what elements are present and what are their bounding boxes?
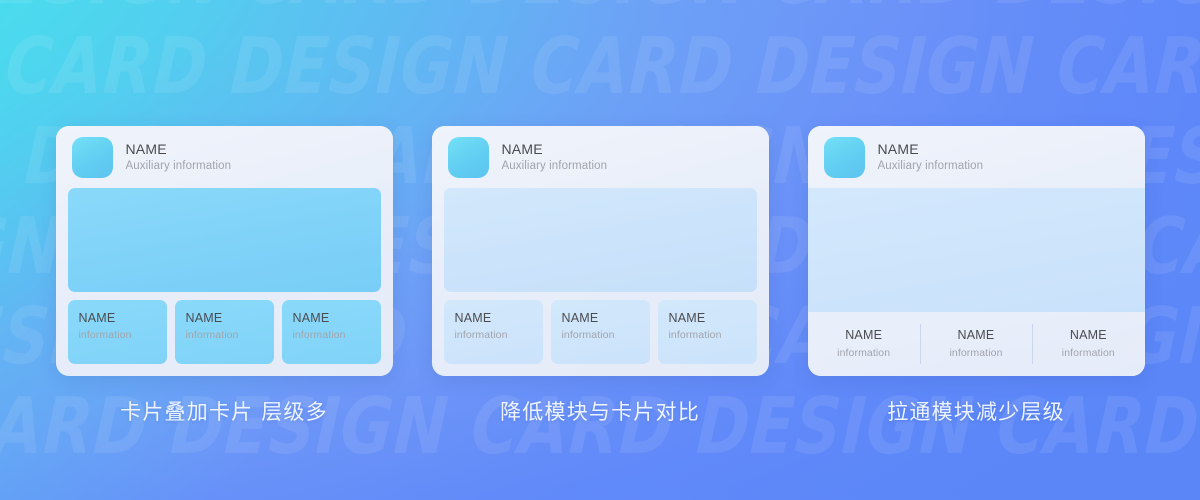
card-content-block (807, 188, 1145, 312)
footer-tile[interactable]: NAME information (808, 312, 920, 376)
footer-tile-title: NAME (1069, 327, 1107, 342)
avatar (71, 136, 113, 178)
card-header: NAME Auxiliary information (55, 126, 393, 188)
footer-tile-title: NAME (957, 327, 995, 342)
card-subtitle: Auxiliary information (125, 160, 232, 173)
footer-tile[interactable]: NAME information (443, 300, 543, 364)
card-examples-row: NAME Auxiliary information NAME informat… (0, 126, 1200, 376)
avatar (447, 136, 489, 178)
design-comparison-canvas: CARD DESIGN CARD DESIGN CARD DESIGN CARD… (0, 0, 1200, 500)
footer-tile[interactable]: NAME information (174, 300, 274, 364)
footer-tile-info: information (1061, 347, 1115, 360)
footer-tile[interactable]: NAME information (657, 300, 757, 364)
footer-tile[interactable]: NAME information (550, 300, 650, 364)
footer-tile-title: NAME (292, 311, 330, 325)
footer-tile-info: information (78, 329, 132, 342)
card-content-block (443, 188, 757, 292)
watermark-line: CARD DESIGN CARD DESIGN CARD DESIGN CARD… (0, 22, 1200, 112)
caption-reduced-contrast: 降低模块与卡片对比 (500, 400, 700, 424)
card-subtitle: Auxiliary information (877, 160, 984, 173)
card-header: NAME Auxiliary information (431, 126, 769, 188)
card-header-text: NAME Auxiliary information (501, 140, 608, 173)
footer-tile-info: information (668, 329, 722, 342)
footer-tile-info: information (949, 347, 1003, 360)
card-example-stacked-cards[interactable]: NAME Auxiliary information NAME informat… (55, 126, 393, 376)
footer-tile[interactable]: NAME information (919, 312, 1032, 376)
card-header-text: NAME Auxiliary information (125, 140, 232, 173)
card-header-text: NAME Auxiliary information (877, 140, 984, 173)
card-footer: NAME information NAME information NAME i… (432, 292, 769, 376)
footer-tile-info: information (837, 347, 891, 360)
footer-tile-info: information (185, 329, 239, 342)
card-subtitle: Auxiliary information (501, 160, 608, 173)
footer-tile-info: information (454, 329, 508, 342)
caption-flush-modules: 拉通模块减少层级 (887, 400, 1065, 424)
watermark-line: CARD DESIGN CARD DESIGN CARD DESIGN CARD… (0, 0, 1200, 22)
footer-tile-info: information (292, 329, 346, 342)
captions-row: 卡片叠加卡片 层级多 降低模块与卡片对比 拉通模块减少层级 (0, 400, 1200, 425)
card-example-flush-modules[interactable]: NAME Auxiliary information NAME informat… (807, 126, 1145, 376)
card-footer: NAME information NAME information NAME i… (807, 312, 1145, 376)
card-header: NAME Auxiliary information (807, 126, 1145, 188)
footer-tile[interactable]: NAME information (281, 300, 381, 364)
footer-tile[interactable]: NAME information (67, 300, 167, 364)
footer-tile-title: NAME (561, 311, 599, 325)
card-title: NAME (125, 140, 167, 157)
card-example-reduced-contrast[interactable]: NAME Auxiliary information NAME informat… (431, 126, 769, 376)
footer-tile-title: NAME (668, 311, 706, 325)
card-title: NAME (877, 140, 919, 157)
card-content-block (67, 188, 381, 292)
card-footer: NAME information NAME information NAME i… (56, 292, 393, 376)
footer-tile[interactable]: NAME information (1032, 312, 1144, 376)
footer-tile-info: information (561, 329, 615, 342)
footer-tile-title: NAME (454, 311, 492, 325)
footer-tile-title: NAME (845, 327, 883, 342)
caption-stacked-cards: 卡片叠加卡片 层级多 (120, 400, 328, 424)
card-title: NAME (501, 140, 543, 157)
footer-tile-title: NAME (78, 311, 116, 325)
footer-tile-title: NAME (185, 311, 223, 325)
avatar (823, 136, 865, 178)
